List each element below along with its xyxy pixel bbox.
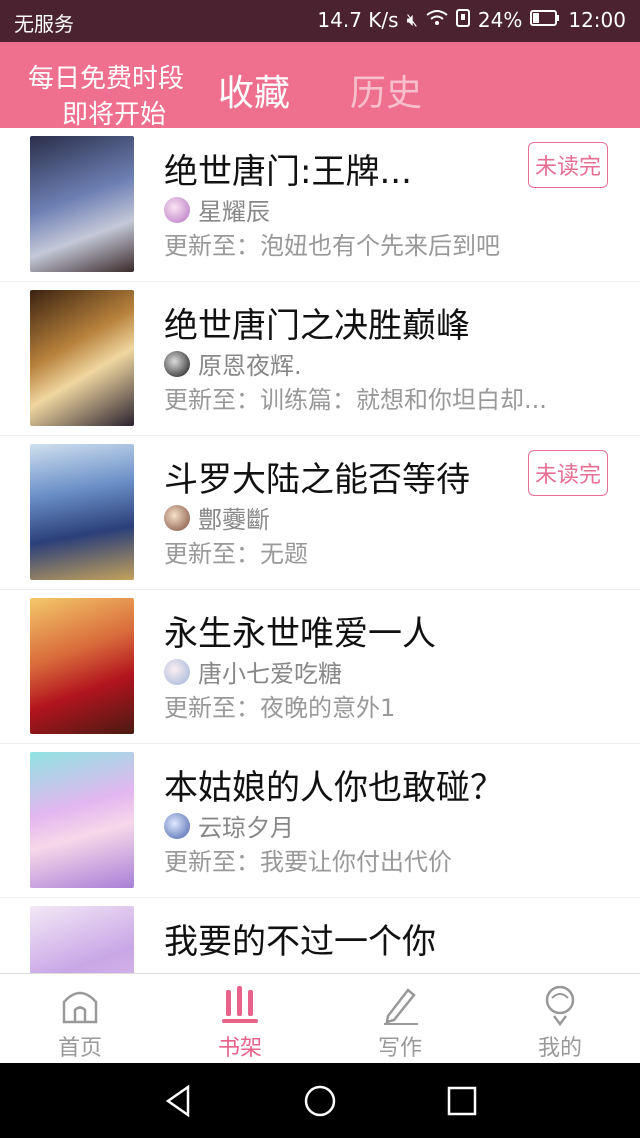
book-title: 本姑娘的人你也敢碰？ xyxy=(164,768,504,808)
author-name: 云琼夕月 xyxy=(198,814,294,842)
nav-label: 书架 xyxy=(217,1036,262,1061)
list-item[interactable]: 永生永世唯爱一人 唐小七爱吃糖 更新至：夜晚的意外1 xyxy=(0,590,640,744)
avatar xyxy=(164,196,190,223)
nav-write[interactable]: 写作 xyxy=(320,974,480,1064)
book-title: 斗罗大陆之能否等待 xyxy=(164,460,470,500)
list-item[interactable]: 斗罗大陆之能否等待 鄷虁斷 更新至：无题 未读完 xyxy=(0,436,640,590)
clock: 12:00 xyxy=(568,8,626,32)
book-cover xyxy=(30,444,134,580)
bookshelf-icon xyxy=(222,986,258,1023)
avatar xyxy=(164,812,190,839)
book-author: 云琼夕月 xyxy=(164,808,294,843)
profile-icon xyxy=(545,985,575,1026)
book-update: 更新至：泡妞也有个先来后到吧 xyxy=(164,232,500,260)
wifi-icon xyxy=(426,9,448,32)
book-list: 绝世唐门:王牌... 星耀辰 更新至：泡妞也有个先来后到吧 未读完 绝世唐门之决… xyxy=(0,128,640,973)
sim-icon xyxy=(455,8,470,32)
book-author: 原恩夜辉. xyxy=(164,346,302,381)
book-update: 更新至：无题 xyxy=(164,540,308,568)
book-author: 星耀辰 xyxy=(164,192,270,227)
network-speed: 14.7 K/s xyxy=(317,8,399,32)
book-title: 绝世唐门之决胜巅峰 xyxy=(164,306,470,346)
book-cover xyxy=(30,290,134,426)
book-title: 永生永世唯爱一人 xyxy=(164,614,436,654)
book-author: 唐小七爱吃糖 xyxy=(164,654,342,689)
tab-favorites[interactable]: 收藏 xyxy=(218,64,290,116)
free-period-banner[interactable]: 每日免费时段 xyxy=(28,64,184,94)
avatar xyxy=(164,504,190,531)
book-cover xyxy=(30,598,134,734)
book-title: 我要的不过一个你 xyxy=(164,922,436,962)
list-item[interactable]: 绝世唐门之决胜巅峰 原恩夜辉. 更新至：训练篇：就想和你坦白却... xyxy=(0,282,640,436)
status-bar: 无服务 14.7 K/s 🔇︎ 24% 12:00 xyxy=(0,0,640,42)
list-item[interactable]: 我要的不过一个你 xyxy=(0,898,640,973)
pencil-icon xyxy=(384,988,418,1025)
book-title: 绝世唐门:王牌... xyxy=(164,152,412,192)
book-cover xyxy=(30,136,134,272)
book-cover xyxy=(30,906,134,973)
back-icon[interactable] xyxy=(160,1083,196,1119)
list-item[interactable]: 绝世唐门:王牌... 星耀辰 更新至：泡妞也有个先来后到吧 未读完 xyxy=(0,128,640,282)
author-name: 星耀辰 xyxy=(198,198,270,226)
author-name: 原恩夜辉. xyxy=(198,352,302,380)
top-bar: 每日免费时段 即将开始 收藏 历史 xyxy=(0,42,640,130)
nav-profile[interactable]: 我的 xyxy=(480,974,640,1064)
book-update: 更新至：夜晚的意外1 xyxy=(164,694,396,722)
nav-label: 我的 xyxy=(537,1036,582,1061)
book-author: 鄷虁斷 xyxy=(164,500,270,535)
battery-percent: 24% xyxy=(477,8,523,32)
carrier-text: 无服务 xyxy=(14,12,74,36)
list-item[interactable]: 本姑娘的人你也敢碰？ 云琼夕月 更新至：我要让你付出代价 xyxy=(0,744,640,898)
avatar xyxy=(164,658,190,685)
battery-icon xyxy=(530,9,560,31)
nav-label: 首页 xyxy=(57,1036,102,1061)
nav-bookshelf[interactable]: 书架 xyxy=(160,974,320,1064)
system-nav-bar xyxy=(0,1063,640,1138)
bottom-nav: 首页 书架 写作 我的 xyxy=(0,973,640,1063)
home-icon xyxy=(62,991,98,1024)
unread-badge: 未读完 xyxy=(527,450,608,496)
nav-home[interactable]: 首页 xyxy=(0,974,160,1064)
home-circle-icon[interactable] xyxy=(302,1083,338,1119)
tab-history[interactable]: 历史 xyxy=(350,64,422,116)
author-name: 鄷虁斷 xyxy=(198,506,270,534)
unread-badge: 未读完 xyxy=(527,142,608,188)
free-period-banner-line2[interactable]: 即将开始 xyxy=(62,100,166,130)
avatar xyxy=(164,350,190,377)
book-update: 更新至：我要让你付出代价 xyxy=(164,848,452,876)
author-name: 唐小七爱吃糖 xyxy=(198,660,342,688)
book-cover xyxy=(30,752,134,888)
book-update: 更新至：训练篇：就想和你坦白却... xyxy=(164,386,547,414)
status-right: 14.7 K/s 🔇︎ 24% 12:00 xyxy=(317,8,626,32)
recents-icon[interactable] xyxy=(444,1083,480,1119)
mute-icon: 🔇︎ xyxy=(406,9,418,31)
nav-label: 写作 xyxy=(377,1036,422,1061)
